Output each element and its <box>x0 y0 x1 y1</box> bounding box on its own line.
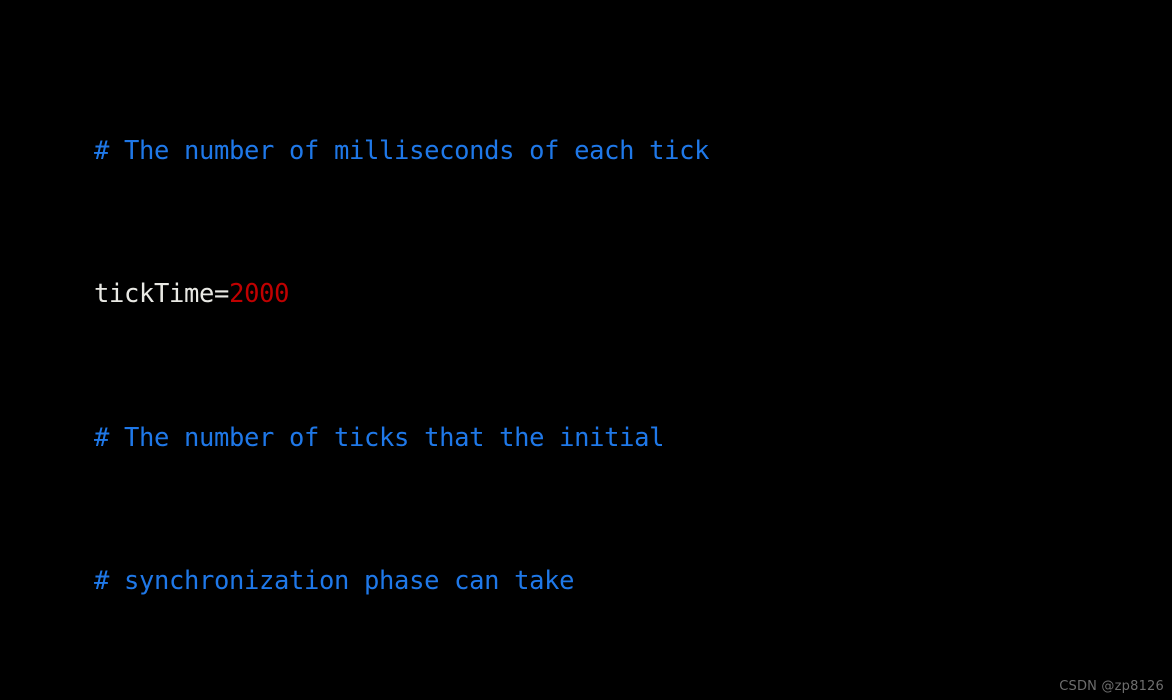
equals-sign: = <box>214 279 230 310</box>
code-line[interactable]: # The number of ticks that the initial <box>0 385 1172 453</box>
comment-text: # The number of ticks that the initial <box>94 422 665 453</box>
code-line[interactable]: # synchronization phase can take <box>0 528 1172 596</box>
terminal-window[interactable]: # The number of milliseconds of each tic… <box>0 0 1172 700</box>
config-file-text[interactable]: # The number of milliseconds of each tic… <box>0 0 1172 700</box>
code-line[interactable]: # The number of milliseconds of each tic… <box>0 98 1172 166</box>
config-value: 2000 <box>229 279 290 310</box>
config-key: tickTime <box>94 279 215 310</box>
code-line[interactable]: initLimit=10 <box>0 671 1172 700</box>
watermark: CSDN @zp8126 <box>1059 679 1164 694</box>
comment-text: # The number of milliseconds of each tic… <box>94 136 710 167</box>
comment-text: # synchronization phase can take <box>94 565 575 596</box>
code-line[interactable]: tickTime=2000 <box>0 242 1172 309</box>
